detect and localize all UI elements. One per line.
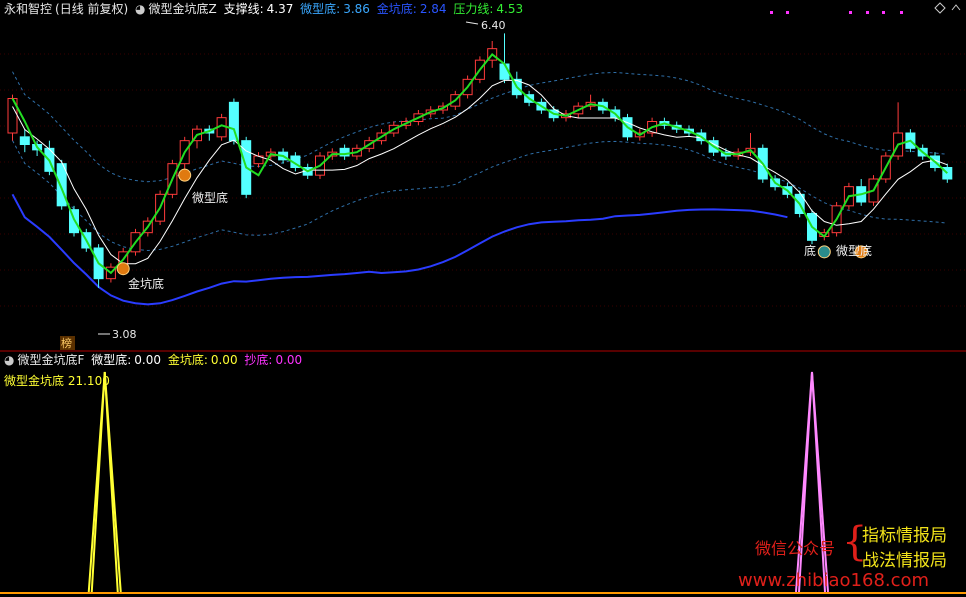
marker-dot-icon	[786, 11, 789, 14]
lower-spike-line	[798, 371, 826, 593]
lower-dropdown-icon[interactable]: ◕	[4, 353, 14, 367]
lower-indicator-name[interactable]: 微型金坑底F	[17, 353, 84, 367]
micro-bottom-marker-icon[interactable]	[178, 168, 192, 182]
support-value: 4.37	[266, 2, 294, 16]
bottom-label: 底	[804, 243, 816, 258]
kline-chart[interactable]: 6.40 3.08 微型底 金坑底 微型底 底 榜	[0, 0, 966, 597]
candle-body[interactable]	[19, 136, 30, 145]
micro-bottom-label-2: 微型底	[836, 243, 872, 258]
pit-value: 2.84	[419, 2, 447, 16]
price-gridlines	[0, 53, 966, 307]
watermark-name-1: 指标情报局	[862, 526, 947, 546]
period-label[interactable]: (日线 前复权)	[55, 2, 128, 16]
stock-name[interactable]: 永和智控	[4, 2, 52, 16]
high-pointer	[465, 21, 479, 25]
lower-sub-name: 微型金坑底	[4, 374, 65, 388]
lower-micro-value: 0.00	[134, 353, 161, 367]
lower-header: ◕ 微型金坑底F 微型底: 0.00 金坑底: 0.00 抄底: 0.00	[4, 353, 305, 367]
lower-sub-value: 21.100	[67, 374, 110, 388]
indicator-dropdown-icon[interactable]: ◕	[135, 2, 145, 16]
lower-spike-line	[90, 371, 119, 593]
marker-dot-icon	[866, 11, 869, 14]
gold-pit-label: 金坑底	[128, 276, 164, 291]
pit-label: 金坑底:	[376, 2, 417, 16]
high-label: 6.40	[481, 19, 506, 32]
micro-value: 3.86	[343, 2, 370, 16]
low-label: 3.08	[112, 328, 137, 341]
lower-bottom-label: 抄底:	[244, 353, 273, 367]
watermark-wechat: 微信公众号	[755, 539, 836, 558]
lower-bottom-value: 0.00	[275, 353, 303, 367]
lower-micro-label: 微型底:	[91, 353, 132, 367]
watermark-name-2: 战法情报局	[862, 551, 947, 571]
lower-panel-lines	[0, 371, 966, 594]
support-label: 支撑线:	[223, 2, 264, 16]
micro-label: 微型底:	[300, 2, 341, 16]
marker-dot-icon	[900, 11, 903, 14]
expand-diamond-icon[interactable]	[934, 2, 946, 14]
marker-dot-icon	[849, 11, 852, 14]
gold-pit-marker-icon[interactable]	[116, 262, 130, 276]
signal-markers	[116, 168, 868, 276]
upper-dashed-line	[12, 71, 948, 183]
marker-dot-icon	[882, 11, 885, 14]
watermark-url: www.zhibiao168.com	[738, 570, 930, 591]
lower-sub-label: 微型金坑底 21.100	[4, 372, 110, 389]
pressure-label: 压力线:	[453, 2, 494, 16]
lower-pit-value: 0.00	[210, 353, 238, 367]
micro-bottom-label-1: 微型底	[192, 190, 228, 205]
pressure-value: 4.53	[496, 2, 524, 16]
lower-pit-label: 金坑底:	[167, 353, 208, 367]
collapse-arrow-icon[interactable]	[950, 2, 962, 14]
bottom-marker-icon[interactable]	[817, 245, 831, 259]
bang-label: 榜	[61, 336, 72, 350]
indicator-name[interactable]: 微型金坑底Z	[149, 2, 217, 16]
candle-body[interactable]	[228, 101, 239, 142]
marker-dot-icon	[770, 11, 773, 14]
main-header: 永和智控 (日线 前复权) ◕ 微型金坑底Z 支撑线: 4.37 微型底: 3.86 金…	[4, 2, 526, 16]
